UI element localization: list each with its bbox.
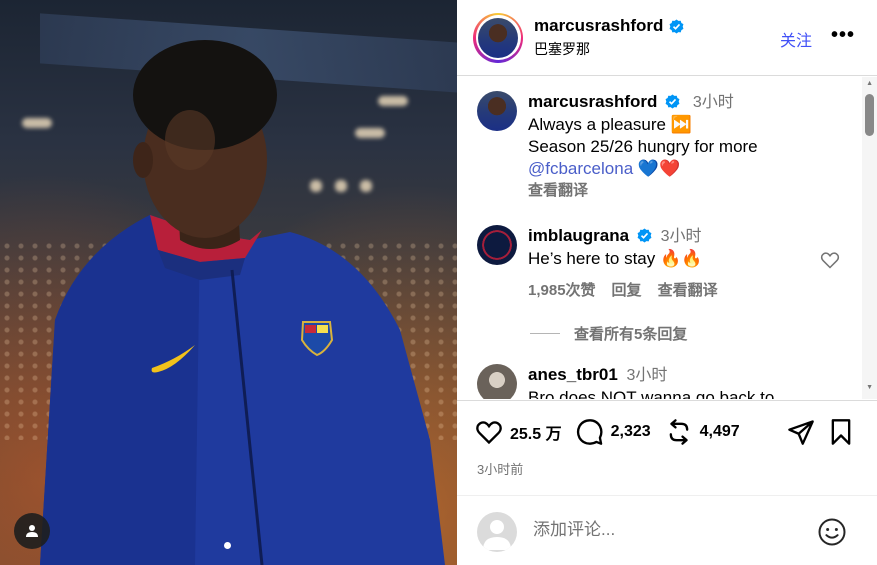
add-comment-bar (457, 495, 877, 565)
caption-line-2: Season 25/26 hungry for more (528, 137, 758, 156)
like-comment-heart-icon[interactable] (820, 250, 840, 270)
comment-time: 3小时 (626, 367, 668, 384)
replies-divider (530, 333, 560, 334)
caption-time: 3小时 (692, 94, 734, 111)
carousel-indicator (224, 542, 231, 549)
caption-username[interactable]: marcusrashford (528, 92, 657, 111)
comment-icon (576, 419, 603, 445)
comment-text: He’s here to stay 🔥🔥 (528, 249, 703, 268)
repost-button[interactable]: 4,497 (665, 418, 740, 446)
verified-badge-icon (665, 94, 680, 109)
scroll-down-arrow-icon[interactable]: ▼ (866, 384, 873, 391)
comment-button[interactable]: 2,323 (576, 418, 651, 446)
like-button[interactable]: 25.5 万 (475, 418, 562, 446)
caption: marcusrashford 3小时 Always a pleasure ⏭️ … (477, 91, 758, 202)
post-header: marcusrashford 巴塞罗那 关注 ••• (457, 0, 877, 76)
comment-avatar[interactable] (477, 364, 517, 399)
author-username[interactable]: marcusrashford (534, 16, 663, 36)
reply-button[interactable]: 回复 (612, 280, 642, 302)
emoji-icon[interactable] (817, 517, 847, 547)
comment-username[interactable]: anes_tbr01 (528, 365, 618, 384)
comment-input[interactable] (533, 520, 803, 540)
comment-time: 3小时 (660, 228, 702, 245)
reposts-count[interactable]: 4,497 (700, 423, 740, 441)
heart-icon (476, 421, 502, 445)
post-location[interactable]: 巴塞罗那 (534, 39, 684, 59)
view-replies-label: 查看所有5条回复 (574, 326, 688, 343)
scroll-up-arrow-icon[interactable]: ▲ (866, 80, 873, 87)
scrollbar-thumb[interactable] (865, 94, 874, 136)
caption-mention[interactable]: @fcbarcelona (528, 159, 633, 178)
comment-avatar[interactable] (477, 225, 517, 265)
verified-badge-icon (637, 228, 652, 243)
caption-line-1: Always a pleasure ⏭️ (528, 115, 692, 134)
caption-avatar[interactable] (477, 91, 517, 131)
likes-count[interactable]: 25.5 万 (510, 420, 562, 444)
comment-likes[interactable]: 1,985次赞 (528, 280, 596, 302)
current-user-avatar (477, 512, 517, 552)
comment-translate-link[interactable]: 查看翻译 (658, 280, 718, 302)
bookmark-icon[interactable] (827, 418, 855, 446)
comment-item: imblaugrana 3小时 He’s here to stay 🔥🔥 1,9… (477, 225, 718, 302)
share-send-icon[interactable] (787, 418, 815, 446)
post-photo[interactable] (0, 0, 457, 565)
person-icon (26, 525, 38, 537)
post-actions: 25.5 万 2,323 4,497 3小时前 (457, 400, 877, 478)
posted-time[interactable]: 3小时前 (477, 459, 523, 478)
tagged-users-button[interactable] (14, 513, 50, 549)
verified-badge-icon (670, 18, 684, 34)
caption-translate-link[interactable]: 查看翻译 (528, 180, 588, 202)
comment-username[interactable]: imblaugrana (528, 226, 629, 245)
player-figure (40, 40, 445, 565)
post-panel: marcusrashford 巴塞罗那 关注 ••• marcusrashfor… (457, 0, 877, 565)
view-replies-button[interactable]: 查看所有5条回复 (530, 323, 687, 344)
author-avatar[interactable] (473, 12, 523, 63)
comment-item: anes_tbr01 3小时 Bro does NOT wanna go bac… (477, 364, 774, 399)
default-avatar-icon (483, 520, 511, 550)
comments-count[interactable]: 2,323 (611, 423, 651, 441)
comment-text: Bro does NOT wanna go back to (528, 388, 775, 399)
caption-hearts: 💙❤️ (637, 159, 681, 178)
comments-list[interactable]: marcusrashford 3小时 Always a pleasure ⏭️ … (457, 77, 877, 399)
follow-button[interactable]: 关注 (780, 27, 812, 51)
more-options-icon[interactable]: ••• (831, 24, 855, 47)
repost-icon (669, 419, 688, 445)
